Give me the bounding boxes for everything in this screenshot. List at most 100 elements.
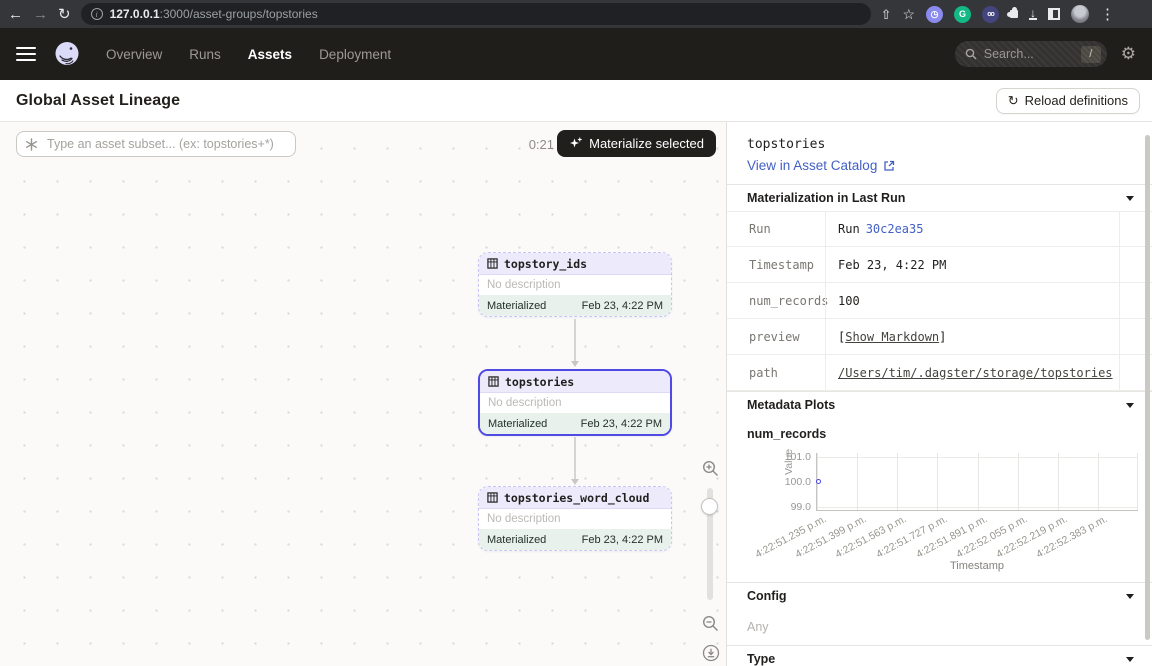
zoom-slider[interactable] [707, 488, 713, 600]
asset-graph-canvas[interactable]: 0:21 ↻ Materialize selected topstory_ids… [0, 122, 726, 666]
asset-node-topstories-word-cloud[interactable]: topstories_word_cloud No description Mat… [478, 486, 672, 551]
section-title: Config [747, 589, 787, 603]
asset-node-description: No description [480, 393, 670, 413]
asset-node-topstories[interactable]: topstories No description Materialized F… [478, 369, 672, 436]
row-label: path [727, 366, 825, 380]
view-in-asset-catalog-link[interactable]: View in Asset Catalog [747, 158, 1132, 173]
show-markdown-link[interactable]: Show Markdown [845, 330, 939, 344]
plot-title: num_records [727, 418, 1152, 441]
table-row: num_records 100 [727, 283, 1152, 319]
asset-node-timestamp: Feb 23, 4:22 PM [582, 534, 663, 546]
chart-plot-area: 4:22:51.235 p.m. 4:22:51.399 p.m. 4:22:5… [816, 453, 1138, 511]
table-icon [487, 258, 498, 269]
extension-glasses-icon[interactable]: oo [982, 6, 999, 23]
asset-node-description: No description [479, 509, 671, 529]
table-row: preview [Show Markdown] [727, 319, 1152, 355]
reload-definitions-button[interactable]: ↻ Reload definitions [996, 88, 1140, 114]
materialize-sparkle-icon [569, 137, 582, 150]
page-title: Global Asset Lineage [16, 92, 180, 110]
page-header: Global Asset Lineage ↻ Reload definition… [0, 80, 1152, 122]
dagster-logo[interactable] [52, 39, 82, 69]
chevron-down-icon[interactable] [1126, 657, 1134, 662]
asset-node-timestamp: Feb 23, 4:22 PM [582, 300, 663, 312]
chart-xlabel: Timestamp [816, 560, 1138, 572]
bracket: ] [939, 330, 946, 344]
nav-runs[interactable]: Runs [189, 47, 221, 62]
url-text: 127.0.0.1:3000/asset-groups/topstories [110, 7, 318, 21]
table-row: Timestamp Feb 23, 4:22 PM [727, 247, 1152, 283]
chevron-down-icon[interactable] [1126, 403, 1134, 408]
chart-ytick: 99.0 [771, 501, 811, 513]
extensions-puzzle-icon[interactable] [1010, 10, 1018, 18]
downloads-icon[interactable]: ↓ [1029, 8, 1037, 20]
asset-node-name: topstories_word_cloud [504, 491, 649, 505]
browser-profile-avatar[interactable] [1071, 5, 1089, 23]
chevron-down-icon[interactable] [1126, 196, 1134, 201]
asset-node-status: Materialized [487, 300, 546, 312]
section-title: Metadata Plots [747, 398, 835, 412]
num-records-chart: Value 101.0 100.0 99.0 4:22:51.235 p.m. … [727, 441, 1152, 582]
section-metadata-plots[interactable]: Metadata Plots [727, 391, 1152, 418]
section-type[interactable]: Type [727, 645, 1152, 666]
chart-xtick: 4:22:52.383 p.m. [1034, 513, 1109, 561]
lineage-edge-arrow [574, 437, 576, 479]
search-shortcut-badge: / [1081, 46, 1101, 63]
asset-node-status: Materialized [488, 418, 547, 430]
fit-to-view-icon[interactable] [702, 644, 720, 662]
run-id-link[interactable]: 30c2ea35 [866, 222, 924, 236]
grammarly-extension-icon[interactable]: G [954, 6, 971, 23]
side-panel-icon[interactable] [1048, 8, 1060, 20]
url-path: :3000/asset-groups/topstories [160, 7, 318, 21]
external-link-icon [883, 160, 895, 172]
address-bar[interactable]: i 127.0.0.1:3000/asset-groups/topstories [81, 3, 871, 25]
chevron-down-icon[interactable] [1126, 594, 1134, 599]
zoom-slider-handle[interactable] [701, 498, 718, 515]
nav-assets[interactable]: Assets [248, 47, 292, 62]
browser-reload-icon[interactable]: ↻ [58, 7, 71, 22]
refresh-icon: ↻ [1008, 93, 1019, 109]
browser-menu-icon[interactable]: ⋮ [1100, 7, 1115, 22]
browser-back-icon[interactable]: ← [8, 7, 23, 22]
asset-node-name: topstories [505, 375, 574, 389]
search-placeholder: Search... [984, 47, 1074, 61]
site-info-icon[interactable]: i [91, 8, 103, 20]
settings-gear-icon[interactable]: ⚙ [1121, 44, 1136, 64]
share-icon[interactable]: ⇧ [881, 8, 892, 21]
materialize-selected-label: Materialize selected [589, 136, 704, 151]
section-title: Type [747, 652, 775, 666]
nav-deployment[interactable]: Deployment [319, 47, 391, 62]
materialize-selected-button[interactable]: Materialize selected [557, 130, 716, 157]
asset-node-topstory-ids[interactable]: topstory_ids No description Materialized… [478, 252, 672, 317]
hamburger-menu-icon[interactable] [16, 47, 36, 61]
search-input[interactable]: Search... / [955, 41, 1107, 67]
config-value: Any [727, 609, 1152, 645]
browser-toolbar: ← → ↻ i 127.0.0.1:3000/asset-groups/tops… [0, 0, 1152, 28]
table-icon [487, 492, 498, 503]
chart-data-point[interactable] [816, 479, 821, 484]
table-row: path /Users/tim/.dagster/storage/topstor… [727, 355, 1152, 391]
lineage-edge-arrow [574, 319, 576, 361]
asset-node-timestamp: Feb 23, 4:22 PM [581, 418, 662, 430]
section-config[interactable]: Config [727, 582, 1152, 609]
url-host: 127.0.0.1 [110, 7, 160, 21]
nav-overview[interactable]: Overview [106, 47, 162, 62]
chart-ytick: 100.0 [771, 476, 811, 488]
extension-clock-icon[interactable]: ◷ [926, 6, 943, 23]
asset-subset-input[interactable] [16, 131, 296, 157]
panel-scrollbar[interactable] [1145, 135, 1150, 640]
row-label: Timestamp [727, 258, 825, 272]
row-label: num_records [727, 294, 825, 308]
table-row: Run Run 30c2ea35 [727, 211, 1152, 247]
browser-forward-icon[interactable]: → [33, 7, 48, 22]
chart-ytick: 101.0 [771, 451, 811, 463]
bracket: [ [838, 330, 845, 344]
graph-timer: 0:21 [529, 137, 554, 152]
zoom-out-icon[interactable] [702, 615, 719, 632]
zoom-in-icon[interactable] [702, 460, 719, 477]
section-materialization[interactable]: Materialization in Last Run [727, 184, 1152, 211]
asset-node-status: Materialized [487, 534, 546, 546]
row-label: preview [727, 330, 825, 344]
bookmark-star-icon[interactable]: ☆ [902, 7, 915, 21]
path-link[interactable]: /Users/tim/.dagster/storage/topstories [838, 366, 1113, 380]
detail-asset-name: topstories [747, 137, 1132, 152]
